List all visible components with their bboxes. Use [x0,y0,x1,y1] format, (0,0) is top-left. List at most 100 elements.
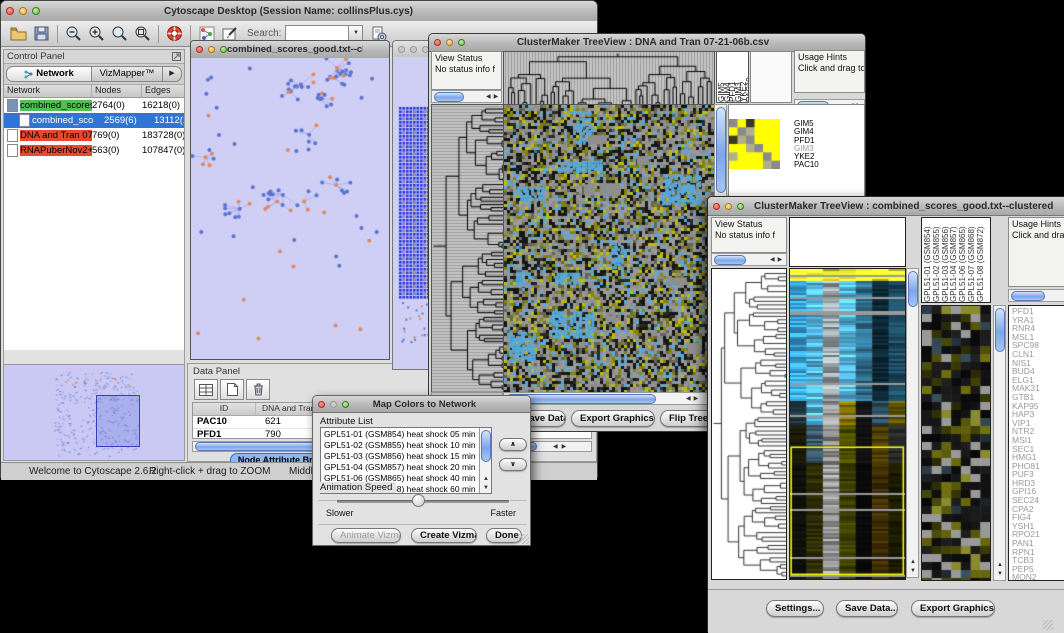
zoom-window-icon[interactable] [737,203,744,210]
network-list-row[interactable]: DNA and Tran 07 769(0) 183728(0) [4,128,184,143]
scroll-right-icon[interactable]: ▶ [494,94,499,100]
scroll-left-icon[interactable]: ◀ [770,257,775,263]
col-header-edges[interactable]: Edges [142,85,171,97]
open-file-icon[interactable] [9,24,28,43]
scroll-right-icon[interactable]: ▶ [562,444,567,450]
done-button[interactable]: Done [486,528,522,543]
zoom-window-icon[interactable] [32,7,40,15]
minimize-icon[interactable] [725,203,732,210]
close-icon[interactable] [713,203,720,210]
tv1-row-dendrogram[interactable] [431,104,505,393]
tv2-zoom-vscrollbar[interactable]: ▲ ▼ [993,305,1006,581]
scroll-down-icon[interactable]: ▼ [997,571,1003,577]
delete-attribute-button[interactable] [246,379,270,400]
scrollbar-thumb[interactable] [995,308,1005,352]
scroll-left-icon[interactable]: ◀ [553,444,558,450]
scrollbar-thumb[interactable] [716,107,726,193]
tv2-vscrollbar[interactable]: ▲ ▼ [906,268,919,578]
col-header-network[interactable]: Network [4,85,92,97]
attribute-list-item[interactable]: GPL51-01 (GSM854) heat shock 05 min [324,429,491,440]
minimize-icon[interactable] [446,39,453,46]
new-attribute-button[interactable] [220,379,244,400]
gene-label[interactable]: MON2 [1012,573,1064,581]
tv2-row-dendrogram[interactable] [711,268,787,580]
scrollbar-thumb[interactable] [714,255,746,265]
move-up-button[interactable]: ∧ [499,438,527,451]
zoom-window-icon[interactable] [342,401,349,408]
tv2-column-dendrogram-area[interactable] [789,217,906,267]
animate-vizmap-button[interactable]: Animate Vizmap [331,528,401,543]
tv1-column-label[interactable]: PAC10 [747,52,749,102]
network-overview-panel[interactable] [4,364,184,460]
move-down-button[interactable]: ∨ [499,458,527,471]
dialog-titlebar[interactable]: Map Colors to Network [313,396,530,413]
attribute-list-scrollbar[interactable]: ▲ ▼ [479,428,491,493]
close-icon[interactable] [196,46,203,53]
zoom-out-icon[interactable] [64,24,83,43]
network-list-row[interactable]: RNAPuberNov2+ 563(0) 107847(0) [4,143,184,158]
resize-grip[interactable] [1043,620,1053,630]
data-col-id[interactable]: ID [193,403,256,415]
tv2-zoom-heatmap[interactable] [921,305,991,581]
attribute-list-item[interactable]: GPL51-03 (GSM856) heat shock 15 min [324,451,491,462]
tab-network[interactable]: Network [6,66,92,82]
col-header-nodes[interactable]: Nodes [92,85,142,97]
network1-canvas[interactable] [191,58,389,359]
zoom-selected-icon[interactable] [110,24,129,43]
zoom-window-icon[interactable] [220,46,227,53]
export-graphics-button[interactable]: Export Graphics... [911,600,995,617]
scrollbar-thumb[interactable] [908,271,918,307]
scroll-right-icon[interactable]: ▶ [778,257,783,263]
main-window-titlebar[interactable]: Cytoscape Desktop (Session Name: collins… [1,1,597,22]
float-panel-icon[interactable] [172,48,184,66]
tv1-row-label[interactable]: PAC10 [794,161,819,169]
save-session-icon[interactable] [32,24,51,43]
scroll-down-icon[interactable]: ▼ [910,568,916,574]
tv1-zoom-heatmap[interactable] [729,119,780,169]
close-icon[interactable] [318,401,325,408]
zoom-window-icon[interactable] [458,39,465,46]
settings-button[interactable]: Settings... [766,600,824,617]
export-graphics-button[interactable]: Export Graphics... [571,410,655,427]
network-overview-canvas[interactable] [4,365,184,460]
save-data-button[interactable]: Save Data... [836,600,898,617]
scroll-right-icon[interactable]: ▶ [694,396,699,402]
scroll-down-icon[interactable]: ▼ [483,485,489,491]
minimize-icon[interactable] [208,46,215,53]
tv1-status-scrollbar[interactable]: ◀ ▶ [431,90,502,103]
table-mode-button[interactable] [194,379,218,400]
scroll-left-icon[interactable]: ◀ [686,396,691,402]
scroll-left-icon[interactable]: ◀ [486,94,491,100]
scroll-up-icon[interactable]: ▲ [910,559,916,565]
close-icon[interactable] [398,46,405,53]
network-list-row[interactable]: combined_scores 2764(0) 16218(0) [4,98,184,113]
scrollbar-thumb[interactable] [481,430,491,462]
tv1-column-dendrogram[interactable] [503,51,715,105]
resize-grip[interactable] [519,534,529,544]
zoom-fit-icon[interactable] [133,24,152,43]
tv2-usage-scrollbar[interactable]: ◀ ▶ [1008,289,1064,302]
tv2-main-heatmap[interactable] [789,268,906,580]
tv1-hscrollbar[interactable]: ◀ ▶ [503,392,713,405]
scrollbar-thumb[interactable] [434,92,464,102]
scroll-up-icon[interactable]: ▲ [483,476,489,482]
minimize-icon[interactable] [410,46,417,53]
tab-vizmapper[interactable]: VizMapper™ [92,66,163,82]
tv2-column-label[interactable]: GPL51-08 (GSM872) [977,218,986,302]
network-list-row[interactable]: combined_sco 2569(6) 13112(15) [4,113,184,128]
zoom-in-icon[interactable] [87,24,106,43]
attribute-list-item[interactable]: GPL51-02 (GSM855) heat shock 10 min [324,440,491,451]
overview-selection-rect[interactable] [96,395,140,447]
tab-more-button[interactable]: ▶ [163,66,182,82]
tv2-status-scrollbar[interactable]: ◀ ▶ [711,253,787,266]
network1-titlebar[interactable]: combined_scores_good.txt--cluste... [191,41,389,59]
attribute-list-item[interactable]: GPL51-04 (GSM857) heat shock 20 min [324,462,491,473]
minimize-icon[interactable] [19,7,27,15]
help-lifering-icon[interactable] [165,24,184,43]
slider-knob[interactable] [412,494,425,507]
close-icon[interactable] [434,39,441,46]
treeview2-titlebar[interactable]: ClusterMaker TreeView : combined_scores_… [708,197,1064,216]
create-vizmap-button[interactable]: Create Vizmap [411,528,477,543]
scroll-up-icon[interactable]: ▲ [997,562,1003,568]
tv1-global-heatmap[interactable] [503,104,715,393]
